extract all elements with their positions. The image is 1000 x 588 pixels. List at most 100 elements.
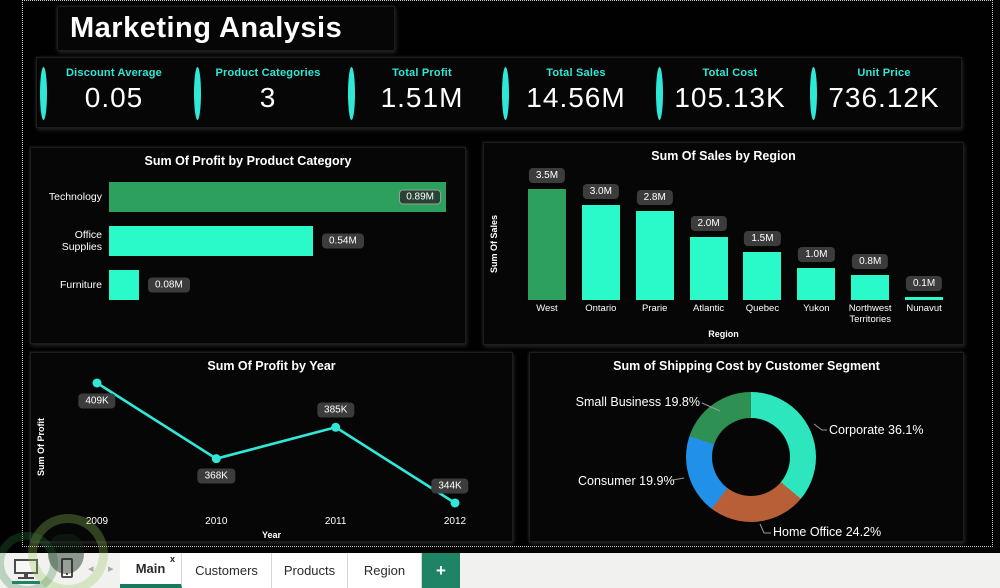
value-label: 3.0M	[582, 184, 619, 199]
x-tick-label: 2012	[443, 516, 467, 527]
column-group-quebec: 1.5M	[736, 163, 790, 300]
value-label: 1.5M	[744, 231, 781, 246]
bar-yukon[interactable]	[797, 268, 836, 300]
kpi-card-product-categories[interactable]: Product Categories 3	[191, 58, 345, 127]
page-tab-main[interactable]: Main x	[120, 553, 182, 588]
data-point-2012[interactable]	[450, 498, 460, 508]
report-title-card[interactable]: Marketing Analysis	[57, 6, 395, 51]
page-title: Marketing Analysis	[70, 12, 343, 44]
chart-shipping-by-segment[interactable]: Sum of Shipping Cost by Customer Segment…	[529, 352, 964, 542]
chart-profit-by-year[interactable]: Sum Of Profit by Year Sum Of Profit 409K…	[30, 352, 513, 542]
category-label: Ontario	[585, 303, 617, 314]
data-point-2010[interactable]	[211, 454, 221, 464]
bar-west[interactable]	[527, 189, 566, 300]
add-page-button[interactable]: +	[422, 553, 460, 588]
value-label: 2.8M	[636, 190, 673, 205]
category-label: Prarie	[642, 303, 668, 314]
page-tab-region[interactable]: Region	[348, 553, 422, 588]
bar-track: 0.08M	[109, 270, 455, 300]
kpi-value: 1.51M	[380, 82, 464, 113]
kpi-card-total-profit[interactable]: Total Profit 1.51M	[345, 58, 499, 127]
hbar-row-office-supplies: Office Supplies 0.54M	[39, 226, 455, 256]
donut-label-corporate: Corporate 36.1%	[829, 423, 924, 437]
value-label: 0.1M	[905, 276, 943, 291]
kpi-strip[interactable]: Discount Average 0.05 Product Categories 3 T…	[36, 57, 962, 128]
value-label: 2.0M	[690, 216, 727, 231]
kpi-card-discount-average[interactable]: Discount Average 0.05	[37, 58, 191, 127]
category-label: Furniture	[59, 279, 102, 291]
column-group-ontario: 3.0M	[574, 163, 628, 300]
kpi-label: Product Categories	[215, 67, 321, 79]
kpi-label: Discount Average	[66, 67, 162, 79]
data-point-2009[interactable]	[92, 378, 102, 388]
x-axis-title: Region	[708, 329, 739, 339]
prev-page-chevron-icon[interactable]: ◂	[88, 562, 94, 575]
column-group-yukon: 1.0M	[789, 163, 843, 300]
mobile-view-icon[interactable]	[61, 558, 73, 578]
y-axis-label: Sum Of Profit	[36, 418, 46, 476]
value-label: 0.54M	[322, 233, 364, 249]
kpi-card-unit-price[interactable]: Unit Price 736.12K	[807, 58, 961, 127]
donut-label-small-business: Small Business 19.8%	[575, 395, 700, 409]
next-page-chevron-icon[interactable]: ▸	[108, 562, 114, 575]
kpi-card-total-cost[interactable]: Total Cost 105.13K	[653, 58, 807, 127]
category-label: Atlantic	[692, 303, 725, 314]
desktop-view-icon[interactable]	[14, 559, 38, 574]
column-group-west: 3.5M	[520, 163, 574, 300]
bar-furniture[interactable]	[109, 270, 139, 300]
chart-title: Sum of Shipping Cost by Customer Segment	[613, 359, 880, 373]
data-point-2011[interactable]	[331, 422, 341, 432]
value-label: 409K	[78, 393, 116, 409]
bar-nunavut[interactable]	[905, 297, 944, 300]
page-tab-products[interactable]: Products	[272, 553, 348, 588]
value-label: 0.08M	[148, 277, 190, 293]
bar-northwest-territories[interactable]	[851, 275, 890, 300]
bar-prarie[interactable]	[635, 211, 674, 300]
kpi-label: Unit Price	[857, 67, 911, 79]
chart-profit-by-category[interactable]: Sum Of Profit by Product Category Techno…	[30, 147, 466, 344]
column-plot-area: 3.5M 3.0M 2.8M 2.0M 1.5M 1.0M 0.8M 0.1M	[520, 163, 951, 300]
x-tick-label: 2009	[85, 516, 109, 527]
category-label: Technology	[48, 191, 102, 203]
bar-track: 0.89M	[109, 182, 455, 212]
kpi-label: Total Cost	[702, 67, 758, 79]
kpi-card-total-sales[interactable]: Total Sales 14.56M	[499, 58, 653, 127]
kpi-accent-bar	[40, 67, 47, 120]
category-label: Quebec	[745, 303, 780, 314]
chart-sales-by-region[interactable]: Sum Of Sales by Region Sum Of Sales 3.5M…	[483, 142, 964, 345]
page-tab-customers[interactable]: Customers	[182, 553, 272, 588]
close-tab-icon[interactable]: x	[170, 554, 175, 564]
desktop-view-active-indicator	[12, 581, 40, 584]
kpi-accent-bar	[502, 67, 509, 120]
kpi-value: 3	[259, 82, 277, 113]
bar-technology[interactable]: 0.89M	[109, 182, 446, 212]
kpi-label: Total Profit	[392, 67, 452, 79]
y-axis-label: Sum Of Sales	[489, 214, 499, 273]
value-label: 0.89M	[399, 189, 441, 205]
column-group-prarie: 2.8M	[628, 163, 682, 300]
bar-ontario[interactable]	[581, 205, 620, 300]
kpi-value: 105.13K	[674, 82, 786, 113]
hbar-row-technology: Technology 0.89M	[39, 182, 455, 212]
kpi-accent-bar	[194, 67, 201, 120]
chart-title: Sum Of Profit by Product Category	[144, 154, 352, 168]
kpi-value: 14.56M	[526, 82, 626, 113]
bar-quebec[interactable]	[743, 252, 782, 300]
value-label: 0.8M	[852, 254, 889, 269]
category-label: Nunavut	[906, 303, 942, 314]
view-switcher: ◂ ▸	[0, 553, 120, 588]
kpi-value: 736.12K	[828, 82, 940, 113]
column-group-northwest-territories: 0.8M	[843, 163, 897, 300]
donut-label-home-office: Home Office 24.2%	[773, 525, 882, 539]
bar-atlantic[interactable]	[689, 237, 728, 300]
profit-line	[96, 381, 456, 505]
value-label: 385K	[317, 402, 355, 418]
report-canvas[interactable]: Marketing Analysis Discount Average 0.05 P…	[0, 0, 1000, 553]
chart-title: Sum Of Profit by Year	[207, 359, 336, 373]
bar-office-supplies[interactable]	[109, 226, 313, 256]
category-label: Northwest Territories	[848, 303, 892, 326]
category-label: West	[536, 303, 558, 314]
mobile-view-icon	[66, 573, 68, 575]
kpi-accent-bar	[656, 67, 663, 120]
value-label: 368K	[197, 468, 235, 484]
